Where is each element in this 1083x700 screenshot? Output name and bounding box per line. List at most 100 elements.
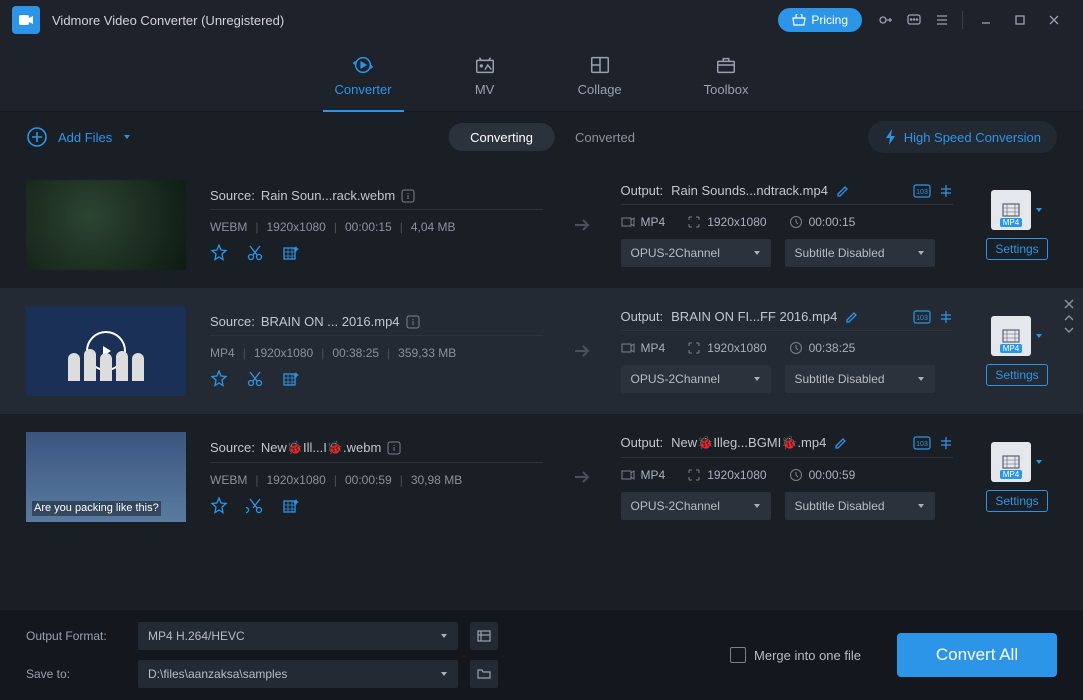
compress-icon[interactable]: 103	[913, 436, 931, 450]
key-icon[interactable]	[872, 6, 900, 34]
compress-icon[interactable]: 103	[913, 310, 931, 324]
merge-label: Merge into one file	[754, 648, 861, 663]
split-icon[interactable]	[939, 310, 953, 324]
star-icon[interactable]	[210, 497, 228, 515]
chevron-down-icon	[753, 375, 761, 383]
move-up-icon[interactable]	[1063, 314, 1075, 322]
format-badge: MP4	[1000, 344, 1022, 353]
output-name: Rain Sounds...ndtrack.mp4	[671, 183, 828, 198]
subtitle-select[interactable]: Subtitle Disabled	[785, 492, 935, 520]
pricing-button[interactable]: Pricing	[778, 8, 862, 32]
edit-icon[interactable]	[845, 310, 859, 324]
merge-checkbox[interactable]: Merge into one file	[730, 647, 861, 663]
mv-icon	[474, 54, 496, 76]
star-icon[interactable]	[210, 244, 228, 262]
chevron-down-icon[interactable]	[1035, 458, 1043, 466]
output-format-select[interactable]: MP4 H.264/HEVC	[138, 622, 458, 650]
convert-all-button[interactable]: Convert All	[897, 633, 1057, 677]
minimize-button[interactable]	[969, 6, 1003, 34]
file-row: Source: Rain Soun...rack.webm WEBM|1920x…	[0, 162, 1083, 288]
info-icon[interactable]	[401, 189, 415, 203]
format-icon[interactable]: MP4	[991, 190, 1031, 230]
source-info: WEBM|1920x1080|00:00:15|4,04 MB	[210, 220, 543, 234]
svg-text:103: 103	[916, 441, 928, 448]
chevron-down-icon	[753, 249, 761, 257]
thumbnail[interactable]	[26, 180, 186, 270]
subtitle-select[interactable]: Subtitle Disabled	[785, 365, 935, 393]
menu-icon[interactable]	[928, 6, 956, 34]
tab-collage[interactable]: Collage	[572, 40, 628, 111]
arrow-icon	[571, 340, 593, 362]
app-logo	[12, 6, 40, 34]
source-name: BRAIN ON ... 2016.mp4	[261, 314, 400, 329]
file-list: Source: Rain Soun...rack.webm WEBM|1920x…	[0, 162, 1083, 540]
status-toggle: Converting Converted	[448, 123, 635, 151]
resolution-icon	[687, 341, 701, 355]
thumbnail[interactable]	[26, 306, 186, 396]
audio-select[interactable]: OPUS-2Channel	[621, 239, 771, 267]
settings-button[interactable]: Settings	[986, 364, 1047, 386]
source-column: Source: New🐞Ill...I🐞.webm WEBM|1920x1080…	[210, 440, 543, 515]
audio-select[interactable]: OPUS-2Channel	[621, 365, 771, 393]
format-icon[interactable]: MP4	[991, 316, 1031, 356]
chevron-down-icon	[753, 502, 761, 510]
tab-converter[interactable]: Converter	[329, 40, 398, 111]
converted-tab[interactable]: Converted	[575, 123, 635, 151]
close-button[interactable]	[1037, 6, 1071, 34]
output-meta: MP4 1920x1080 00:38:25	[621, 341, 954, 355]
divider	[210, 462, 543, 463]
save-to-select[interactable]: D:\files\aanzaksa\samples	[138, 660, 458, 688]
maximize-button[interactable]	[1003, 6, 1037, 34]
subtitle-select[interactable]: Subtitle Disabled	[785, 239, 935, 267]
high-speed-conversion-button[interactable]: High Speed Conversion	[868, 121, 1057, 153]
add-files-label: Add Files	[58, 130, 112, 145]
edit-icon[interactable]	[836, 184, 850, 198]
cut-icon[interactable]	[246, 244, 264, 262]
add-files-button[interactable]: Add Files	[26, 126, 132, 148]
message-icon[interactable]	[900, 6, 928, 34]
source-name: Rain Soun...rack.webm	[261, 188, 395, 203]
audio-select[interactable]: OPUS-2Channel	[621, 492, 771, 520]
footer: Output Format: MP4 H.264/HEVC Save to: D…	[0, 610, 1083, 700]
chevron-down-icon	[440, 670, 448, 678]
enhance-icon[interactable]	[282, 370, 300, 388]
divider	[621, 457, 954, 458]
source-tools	[210, 497, 543, 515]
compress-icon[interactable]: 103	[913, 184, 931, 198]
tab-toolbox[interactable]: Toolbox	[698, 40, 755, 111]
edit-icon[interactable]	[834, 436, 848, 450]
move-down-icon[interactable]	[1063, 326, 1075, 334]
cut-icon[interactable]	[246, 370, 264, 388]
thumbnail[interactable]: Are you packing like this?	[26, 432, 186, 522]
output-meta: MP4 1920x1080 00:00:15	[621, 215, 954, 229]
remove-icon[interactable]	[1063, 298, 1075, 310]
browse-button[interactable]	[470, 660, 498, 688]
enhance-icon[interactable]	[282, 244, 300, 262]
source-label: Source:	[210, 188, 255, 203]
split-icon[interactable]	[939, 436, 953, 450]
star-icon[interactable]	[210, 370, 228, 388]
divider	[962, 11, 963, 29]
cut-icon[interactable]	[246, 497, 264, 515]
tab-mv[interactable]: MV	[468, 40, 502, 111]
video-icon	[621, 468, 635, 482]
format-icon[interactable]: MP4	[991, 442, 1031, 482]
tab-collage-label: Collage	[578, 82, 622, 97]
chevron-down-icon[interactable]	[1035, 206, 1043, 214]
converter-icon	[352, 54, 374, 76]
settings-button[interactable]: Settings	[986, 490, 1047, 512]
resolution-icon	[687, 468, 701, 482]
converting-tab[interactable]: Converting	[448, 123, 555, 151]
chevron-down-icon[interactable]	[1035, 332, 1043, 340]
clock-icon	[789, 468, 803, 482]
settings-button[interactable]: Settings	[986, 238, 1047, 260]
checkbox-icon	[730, 647, 746, 663]
profile-button[interactable]	[470, 622, 498, 650]
app-title: Vidmore Video Converter (Unregistered)	[52, 13, 778, 28]
format-badge: MP4	[1000, 470, 1022, 479]
info-icon[interactable]	[387, 441, 401, 455]
info-icon[interactable]	[406, 315, 420, 329]
clock-icon	[789, 215, 803, 229]
enhance-icon[interactable]	[282, 497, 300, 515]
split-icon[interactable]	[939, 184, 953, 198]
